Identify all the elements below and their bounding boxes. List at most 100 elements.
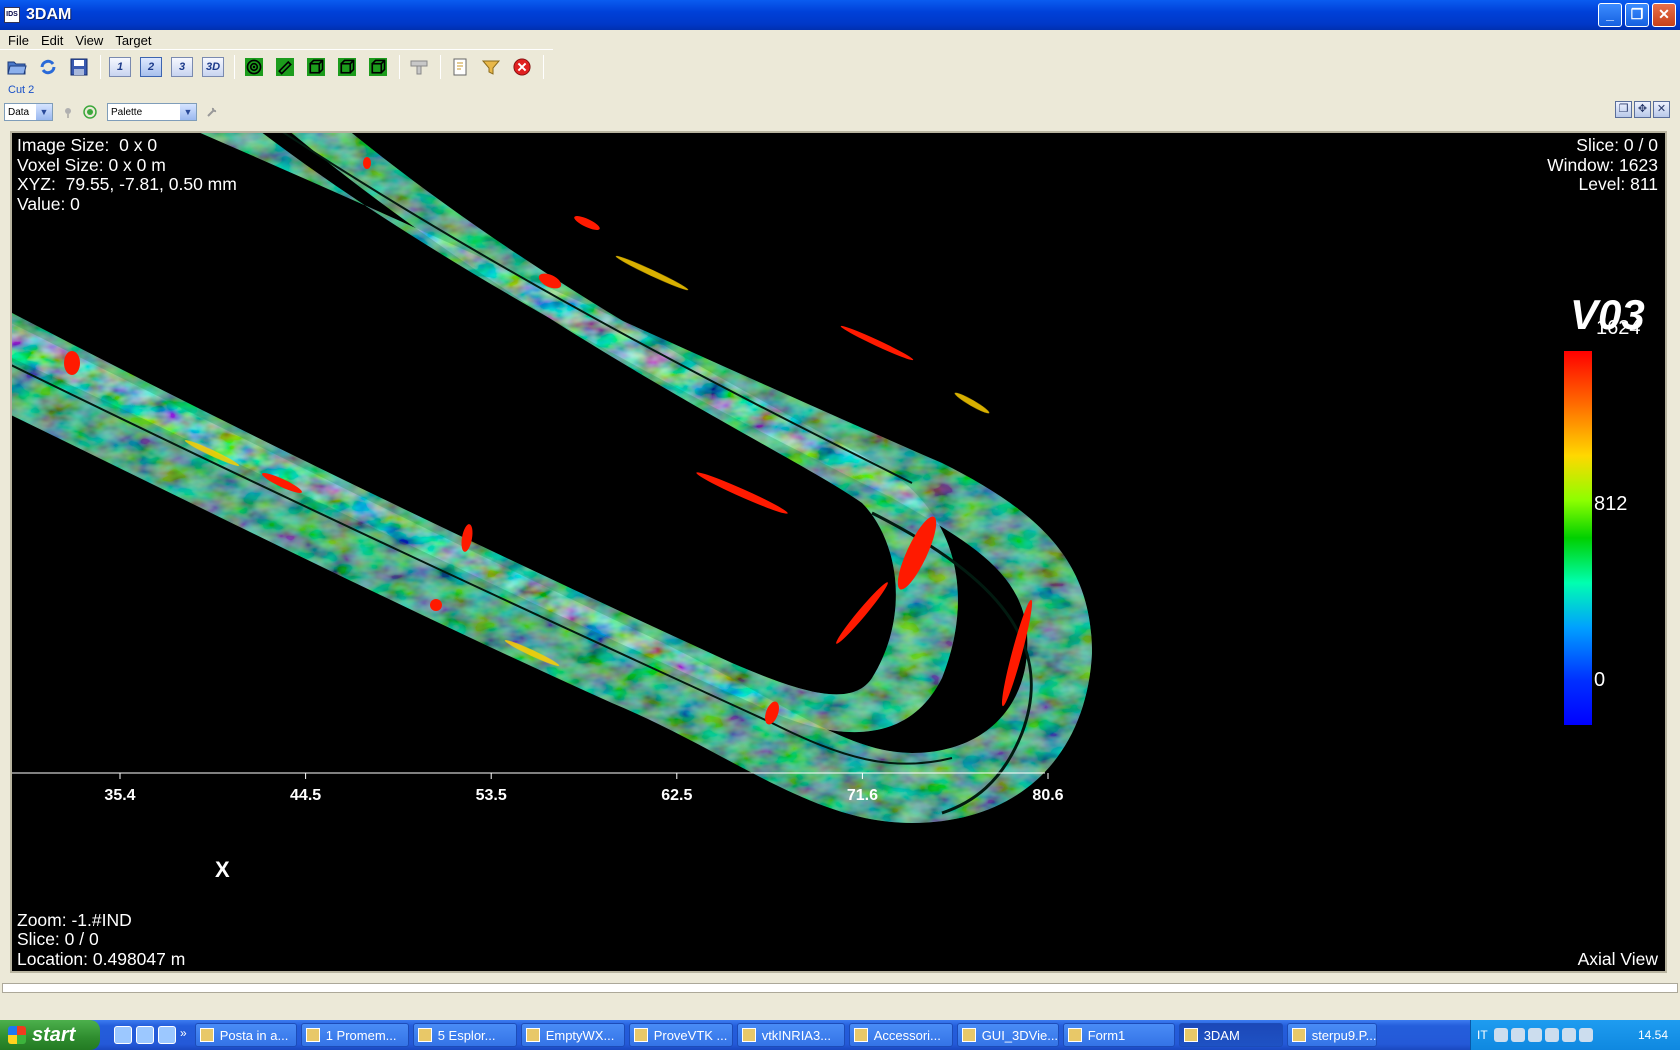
axial-viewport[interactable]: 35.4 44.5 53.5 62.5 71.6 80.6 X Image Size: 0…	[10, 131, 1667, 973]
x-axis-tick-label: 53.5	[475, 787, 507, 804]
view-3-button[interactable]: 3	[169, 54, 195, 80]
menu-view[interactable]: View	[69, 33, 109, 48]
palette-select[interactable]: Palette ▼	[107, 103, 197, 121]
view-1-button[interactable]: 1	[107, 54, 133, 80]
app-icon	[961, 1028, 976, 1042]
quick-launch: »	[114, 1026, 187, 1044]
cylinder-icon	[276, 58, 294, 76]
cube-tool-button-2[interactable]	[334, 54, 360, 80]
scan-image[interactable]	[12, 133, 1667, 973]
taskbar-task[interactable]: sterpu9.P...	[1286, 1023, 1377, 1047]
mail-icon[interactable]	[1510, 1028, 1525, 1042]
taskbar-task[interactable]: Form1	[1062, 1023, 1175, 1047]
taskbar: start » Posta in a... 1 Promem... 5 Esplor…	[0, 1020, 1680, 1050]
save-icon	[70, 58, 88, 76]
pin-icon[interactable]	[61, 105, 75, 119]
menu-edit[interactable]: Edit	[35, 33, 69, 48]
stop-icon	[513, 58, 531, 76]
app-icon	[525, 1028, 540, 1042]
tray-icon[interactable]	[1493, 1028, 1508, 1042]
colorbar-max-label: 1624	[1596, 317, 1641, 339]
menu-file[interactable]: File	[2, 33, 35, 48]
taskbar-task[interactable]: Accessori...	[848, 1023, 953, 1047]
taskbar-task[interactable]: ProveVTK ...	[628, 1023, 733, 1047]
tab-cut-2[interactable]: Cut 2	[8, 84, 34, 96]
start-button[interactable]: start	[0, 1020, 100, 1050]
taskbar-task[interactable]: EmptyWX...	[520, 1023, 625, 1047]
app-icon	[741, 1028, 756, 1042]
title-bar: IDS 3DAM _ ❐ ✕	[0, 0, 1680, 30]
tab-strip: Cut 2	[0, 82, 1680, 98]
toolbar-separator	[399, 55, 400, 79]
x-axis-tick-label: 71.6	[846, 787, 878, 804]
window-level-overlay: Slice: 0 / 0 Window: 1623 Level: 811	[1547, 135, 1658, 194]
toolbar-separator	[234, 55, 235, 79]
taskbar-task[interactable]: 3DAM	[1178, 1023, 1283, 1047]
volume-icon[interactable]	[1578, 1028, 1593, 1042]
minimize-button[interactable]: _	[1598, 3, 1622, 27]
document-icon	[453, 58, 467, 76]
cylinder-tool-button[interactable]	[272, 54, 298, 80]
filter-button[interactable]	[478, 54, 504, 80]
view-2-button[interactable]: 2	[138, 54, 164, 80]
data-select[interactable]: Data ▼	[4, 103, 53, 121]
app-icon	[1067, 1028, 1082, 1042]
network-icon[interactable]	[1544, 1028, 1559, 1042]
app-icon	[1291, 1028, 1306, 1042]
tray-icon[interactable]	[1527, 1028, 1542, 1042]
stop-button[interactable]	[509, 54, 535, 80]
folder-open-icon	[7, 61, 27, 75]
app-icon	[417, 1028, 432, 1042]
stamp-button[interactable]	[406, 54, 432, 80]
target-icon	[245, 58, 263, 76]
zoom-location-overlay: Zoom: -1.#IND Slice: 0 / 0 Location: 0.4…	[17, 909, 186, 969]
taskbar-task[interactable]: Posta in a...	[194, 1023, 297, 1047]
taskbar-task[interactable]: GUI_3DVie...	[956, 1023, 1059, 1047]
move-panel-icon[interactable]: ✥	[1634, 101, 1651, 118]
chevron-down-icon: ▼	[180, 104, 196, 120]
chevron-right-icon[interactable]: »	[180, 1026, 187, 1044]
app-icon	[633, 1028, 648, 1042]
taskbar-task[interactable]: vtkINRIA3...	[736, 1023, 845, 1047]
restore-panel-icon[interactable]: ❐	[1615, 101, 1632, 118]
save-button[interactable]	[66, 54, 92, 80]
app-icon: IDS	[4, 7, 20, 23]
view-controls: Data ▼ Palette ▼	[4, 101, 219, 123]
outlook-icon[interactable]	[136, 1026, 154, 1044]
toolbar: 1 2 3 3D	[0, 52, 550, 82]
view-3d-button[interactable]: 3D	[200, 54, 226, 80]
x-axis-name: X	[215, 857, 230, 882]
close-panel-icon[interactable]: ✕	[1653, 101, 1670, 118]
taskbar-task[interactable]: 5 Esplor...	[412, 1023, 517, 1047]
cube-tool-button-3[interactable]	[365, 54, 391, 80]
image-info-overlay: Image Size: 0 x 0 Voxel Size: 0 x 0 m XY…	[17, 135, 237, 214]
document-button[interactable]	[447, 54, 473, 80]
colorbar-min-label: 0	[1594, 669, 1606, 691]
app-icon	[199, 1028, 214, 1042]
menu-target[interactable]: Target	[109, 33, 157, 48]
refresh-icon	[40, 59, 56, 75]
maximize-button[interactable]: ❐	[1625, 3, 1649, 27]
menu-divider	[0, 49, 553, 50]
cube-icon	[369, 58, 387, 76]
browser-icon[interactable]	[158, 1026, 176, 1044]
close-button[interactable]: ✕	[1652, 3, 1676, 27]
panel-window-buttons: ❐ ✥ ✕	[1615, 101, 1670, 118]
menu-bar: File Edit View Target	[0, 30, 1680, 50]
target-button[interactable]	[241, 54, 267, 80]
open-button[interactable]	[4, 54, 30, 80]
horizontal-scrollbar[interactable]	[2, 983, 1678, 993]
shield-icon[interactable]	[1561, 1028, 1576, 1042]
app-icon	[305, 1028, 320, 1042]
task-list: Posta in a... 1 Promem... 5 Esplor... Empty…	[194, 1023, 1381, 1047]
toolbar-separator	[543, 55, 544, 79]
app-icon	[1183, 1028, 1198, 1042]
ie-icon[interactable]	[114, 1026, 132, 1044]
colorbar	[1564, 351, 1592, 725]
wrench-icon[interactable]	[205, 105, 219, 119]
taskbar-task[interactable]: 1 Promem...	[300, 1023, 409, 1047]
cube-tool-button-1[interactable]	[303, 54, 329, 80]
language-indicator[interactable]: IT	[1477, 1028, 1488, 1042]
refresh-button[interactable]	[35, 54, 61, 80]
record-icon[interactable]	[83, 105, 97, 119]
